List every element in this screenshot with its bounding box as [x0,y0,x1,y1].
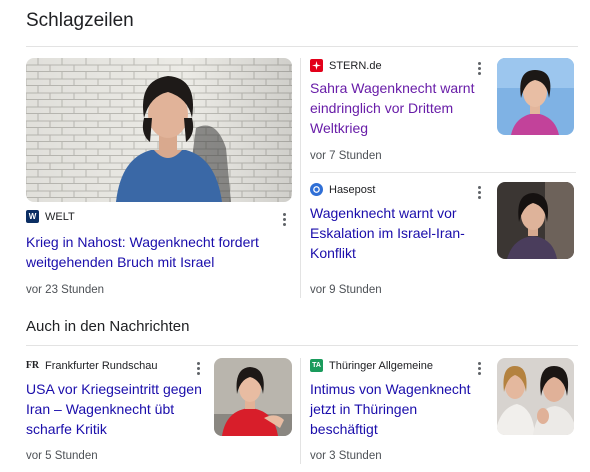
row-divider [310,172,576,173]
news-source: STERN.de [329,59,382,72]
stern-logo-icon [310,59,323,72]
more-options-button[interactable] [472,184,486,200]
news-card[interactable]: Hasepost Wagenknecht warnt vor Eskalatio… [310,182,576,298]
article-image[interactable] [26,58,292,202]
article-headline[interactable]: USA vor Kriegseintritt gegen Iran – Wage… [26,379,206,439]
news-source: WELT [45,210,75,223]
hasepost-logo-icon [310,183,323,196]
more-options-button[interactable] [472,60,486,76]
section-title: Schlagzeilen [26,10,134,31]
article-time: vor 23 Stunden [26,284,105,296]
article-headline[interactable]: Intimus von Wagenknecht jetzt in Thüring… [310,379,486,439]
ta-logo-icon: TA [310,359,323,372]
news-card[interactable]: FR Frankfurter Rundschau USA vor Kriegse… [26,358,292,468]
welt-logo-icon: W [26,210,39,223]
article-thumbnail[interactable] [497,358,574,435]
more-options-button[interactable] [191,360,205,376]
section-divider [26,46,578,47]
article-time: vor 3 Stunden [310,450,382,462]
news-source: Hasepost [329,183,376,196]
news-card-main[interactable]: W WELT Krieg in Nahost: Wagenknecht ford… [26,58,292,298]
article-thumbnail[interactable] [497,58,574,135]
article-headline[interactable]: Wagenknecht warnt vor Eskalation im Isra… [310,203,480,263]
subsection-divider [26,345,578,346]
article-time: vor 9 Stunden [310,284,382,296]
article-time: vor 5 Stunden [26,450,98,462]
more-options-button[interactable] [472,360,486,376]
news-source: Frankfurter Rundschau [45,359,158,372]
news-card[interactable]: TA Thüringer Allgemeine Intimus von Wage… [310,358,576,468]
column-divider [300,182,301,298]
article-time: vor 7 Stunden [310,150,382,162]
article-headline[interactable]: Krieg in Nahost: Wagenknecht fordert wei… [26,232,292,272]
fr-logo-icon: FR [25,359,40,372]
subsection-title: Auch in den Nachrichten [26,318,190,335]
article-thumbnail[interactable] [214,358,292,436]
article-headline[interactable]: Sahra Wagenknecht warnt eindringlich vor… [310,78,480,138]
news-card[interactable]: STERN.de Sahra Wagenknecht warnt eindrin… [310,58,576,166]
article-thumbnail[interactable] [497,182,574,259]
more-options-button[interactable] [277,211,291,227]
news-source: Thüringer Allgemeine [329,359,433,372]
column-divider [300,358,301,464]
